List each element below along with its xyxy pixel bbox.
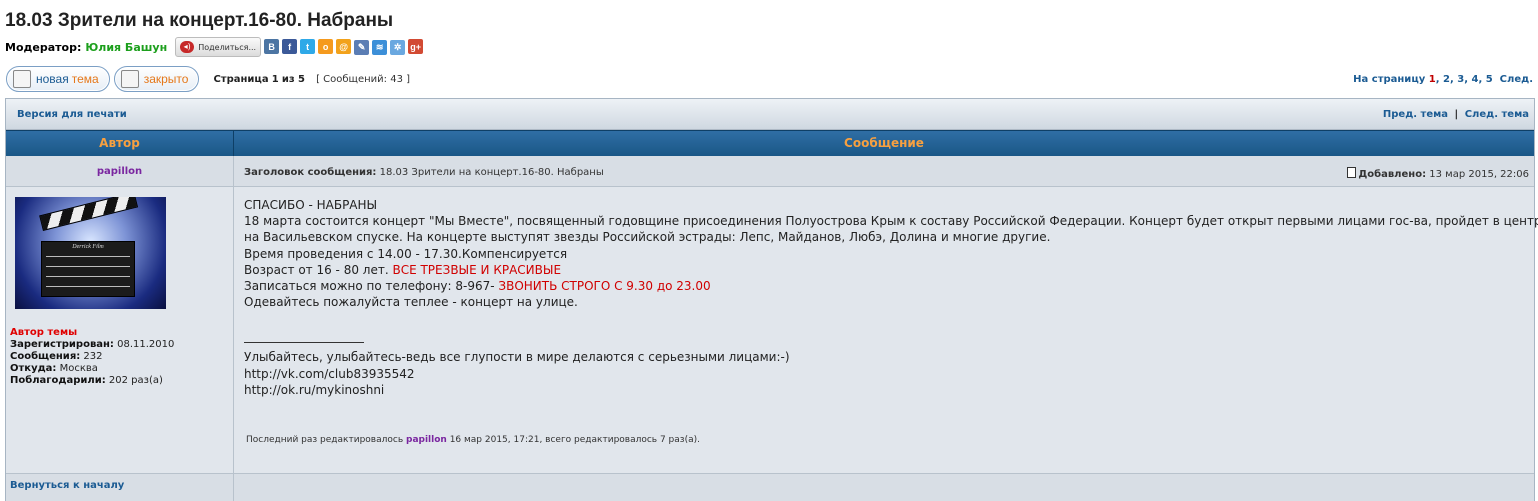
age-highlight: ВСЕ ТРЕЗВЫЕ И КРАСИВЫЕ [392,262,562,277]
message-column-header: Сообщение [234,130,1534,156]
post-line: СПАСИБО - НАБРАНЫ [244,198,378,212]
back-to-top-link[interactable]: Вернуться к началу [10,480,124,491]
post-date: Добавлено: 13 мар 2015, 22:06 [1347,167,1529,180]
page-navigation: На страницу 1, 2, 3, 4, 5 След. [1353,74,1533,85]
new-topic-label-1: новая [36,72,69,86]
livejournal-icon[interactable]: ✎ [354,39,370,55]
closed-label: закрыто [143,72,189,86]
from-label: Откуда: [10,363,57,374]
added-date: 13 мар 2015, 22:06 [1429,169,1529,180]
avatar-caption: Derrick Film [72,244,104,250]
edit-prefix: Последний раз редактировалось [246,435,404,445]
topic-toolbar: Версия для печати Пред. тема | След. тем… [6,99,1534,130]
prev-topic-link[interactable]: Пред. тема [1383,109,1448,120]
yandex-icon[interactable]: ✲ [390,39,406,55]
phone-highlight: ЗВОНИТЬ СТРОГО С 9.30 до 23.00 [498,279,711,294]
odnoklassniki-icon[interactable]: o [318,39,334,55]
moderator-label: Модератор: [5,40,82,54]
page-current: 1 [271,73,279,85]
post-line: Возраст от 16 - 80 лет. ВСЕ ТРЕЗВЫЕ И КР… [244,262,1538,278]
post-line: 18 марта состоится концерт "Мы Вместе", … [244,214,1538,229]
phone-text: Записаться можно по телефону: 8-967- [244,279,499,294]
author-profile: Derrick Film Автор темы Зарегистрирован:… [6,187,234,474]
moderator-row: Модератор: Юлия Башун ◂) Поделиться... B… [5,36,424,58]
edit-suffix: 16 мар 2015, 17:21, всего редактировалос… [449,435,700,445]
post-line: Записаться можно по телефону: 8-967- ЗВО… [244,278,1538,294]
subject-label: Заголовок сообщения: [244,167,377,178]
page-link-3[interactable]: 3 [1457,74,1464,85]
topic-nav: Пред. тема | След. тема [1383,109,1529,120]
share-button[interactable]: ◂) Поделиться... [175,37,262,57]
footer-spacer [234,474,1534,501]
new-topic-button[interactable]: новая тема [6,66,110,92]
page-link-5[interactable]: 5 [1486,74,1493,85]
page-total: 5 [297,73,305,85]
facebook-icon[interactable]: f [282,39,298,55]
messages-label: Сообщения: [10,351,81,362]
topic-author-badge: Автор темы [10,327,78,338]
signature-link-vk[interactable]: http://vk.com/club83935542 [244,366,1538,382]
added-label: Добавлено: [1358,169,1427,180]
post-line: Время проведения с 14.00 - 17.30.Компенс… [244,246,568,261]
moderator-link[interactable]: Юлия Башун [85,41,167,54]
author-column-header: Автор [6,130,234,156]
age-text: Возраст от 16 - 80 лет. [244,262,393,277]
next-topic-link[interactable]: След. тема [1465,109,1529,120]
new-topic-label-2: тема [71,72,99,86]
registered-label: Зарегистрирован: [10,339,114,350]
signature-text: Улыбайтесь, улыбайтесь-ведь все глупости… [244,350,790,365]
next-page-link[interactable]: След. [1500,74,1533,85]
lock-icon [120,70,139,88]
post-author-link[interactable]: papillon [97,166,142,177]
signature-link-ok[interactable]: http://ok.ru/mykinoshni [244,382,1538,398]
share-icon: ◂) [180,41,195,53]
topic-table: Версия для печати Пред. тема | След. тем… [5,98,1538,501]
page-info: Страница 1 из 5 [ Сообщений: 43 ] [213,74,410,85]
share-label: Поделиться... [198,42,257,52]
post-line: Одевайтесь пожалуйста теплее - концерт н… [244,295,578,310]
messages-value: 232 [83,351,103,362]
clapperboard-body: Derrick Film [41,241,135,297]
print-version-link[interactable]: Версия для печати [17,109,127,120]
subject-text: 18.03 Зрители на концерт.16-80. Набраны [379,167,604,178]
social-icons: Bf t o @ ✎ ≋ ✲ g+ [261,39,424,55]
vk-icon[interactable]: B [264,39,280,55]
post-author-cell: papillon [6,156,234,187]
post-header: Заголовок сообщения: 18.03 Зрители на ко… [234,156,1534,187]
new-topic-icon [13,70,31,88]
closed-button[interactable]: закрыто [113,66,200,92]
page-link-1: 1 [1428,74,1436,85]
post-content: СПАСИБО - НАБРАНЫ 18 марта состоится кон… [244,197,1538,398]
page-of-label: из [281,73,295,85]
page-link-4[interactable]: 4 [1471,74,1478,85]
post-subject: Заголовок сообщения: 18.03 Зрители на ко… [244,167,604,178]
to-page-label: На страницу [1353,74,1426,85]
topic-actions: новая тема закрыто Страница 1 из 5 [ Соо… [6,66,410,92]
clapperboard-top [39,197,139,231]
edit-user-link[interactable]: papillon [406,435,447,445]
liveinternet-icon[interactable]: ≋ [372,39,388,55]
back-to-top-cell: Вернуться к началу [6,474,234,501]
message-count: [ Сообщений: 43 ] [316,73,411,85]
page-label: Страница [213,73,269,85]
post-body: СПАСИБО - НАБРАНЫ 18 марта состоится кон… [234,187,1538,474]
topic-title: 18.03 Зрители на концерт.16-80. Набраны [5,10,394,31]
googleplus-icon[interactable]: g+ [408,39,424,55]
author-info: Автор темы Зарегистрирован: 08.11.2010 С… [10,327,174,387]
twitter-icon[interactable]: t [300,39,316,55]
from-value: Москва [59,363,98,374]
edit-notice: Последний раз редактировалось papillon 1… [246,435,700,445]
registered-value: 08.11.2010 [117,339,175,350]
post-link-icon[interactable] [1347,167,1357,178]
post-line: на Васильевском спуске. На концерте выст… [244,230,1051,245]
thanked-label: Поблагодарили: [10,375,106,386]
page-link-2[interactable]: 2 [1443,74,1450,85]
mailru-icon[interactable]: @ [336,39,352,55]
topic-nav-separator: | [1454,109,1459,120]
thanked-value: 202 раз(а) [108,375,163,386]
signature-divider [244,332,364,344]
author-avatar: Derrick Film [15,197,166,309]
